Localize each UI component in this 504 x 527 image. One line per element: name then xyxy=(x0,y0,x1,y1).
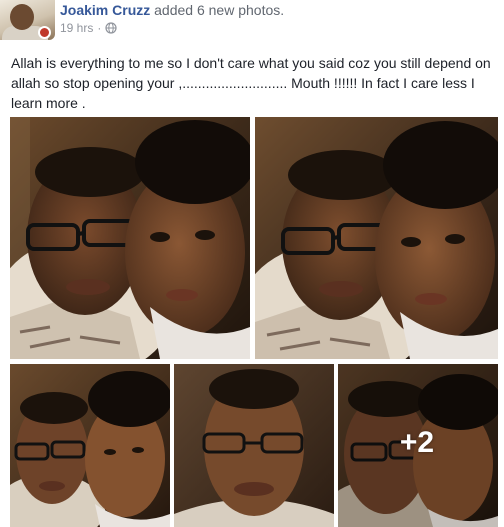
meta-separator: · xyxy=(97,21,102,35)
post-body-text: Allah is everything to me so I don't car… xyxy=(11,55,491,111)
post-meta: 19 hrs · xyxy=(60,21,117,35)
author-avatar[interactable] xyxy=(0,0,55,40)
more-photos-count: +2 xyxy=(399,426,435,459)
globe-icon[interactable] xyxy=(105,22,117,34)
photo-1[interactable] xyxy=(10,117,250,359)
author-name-link[interactable]: Joakim Cruzz xyxy=(60,2,150,18)
photo-3[interactable] xyxy=(10,364,170,527)
photo-4[interactable] xyxy=(174,364,334,527)
photo-2[interactable] xyxy=(255,117,498,359)
facebook-post: Joakim Cruzz added 6 new photos. 19 hrs … xyxy=(0,0,504,527)
post-timestamp[interactable]: 19 hrs xyxy=(60,21,93,35)
more-photos-overlay[interactable]: +2 xyxy=(338,364,498,527)
post-action-text: added 6 new photos. xyxy=(154,2,285,18)
post-header-line: Joakim Cruzz added 6 new photos. xyxy=(60,2,284,18)
